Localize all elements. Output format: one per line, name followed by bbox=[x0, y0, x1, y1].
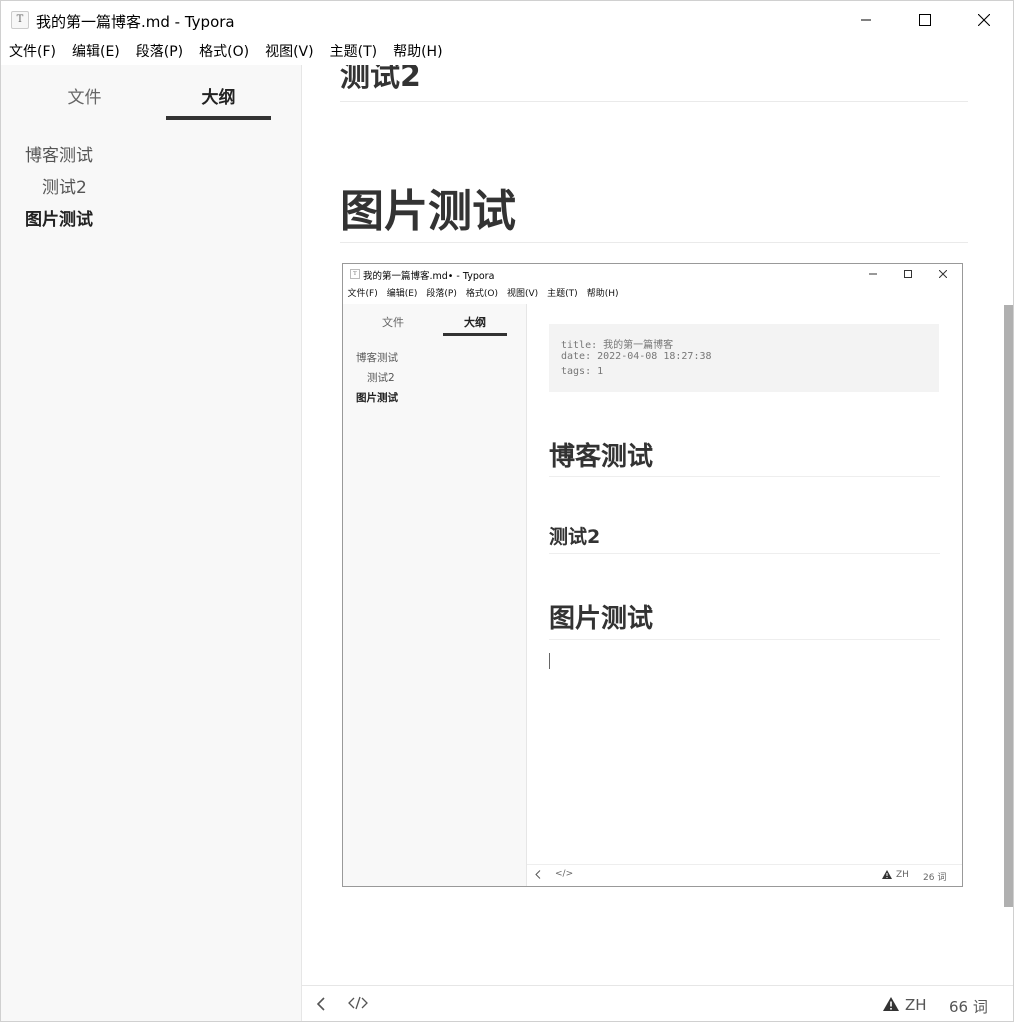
minimize-button[interactable] bbox=[837, 1, 895, 39]
spellcheck-language[interactable]: ZH bbox=[905, 996, 927, 1014]
embedded-outline-item: 博客测试 bbox=[356, 352, 398, 364]
embedded-sidebar: 文件 大纲 博客测试 测试2 图片测试 bbox=[343, 304, 527, 886]
embedded-code-icon: </> bbox=[555, 869, 574, 879]
embedded-menu-item: 编辑(E) bbox=[386, 289, 418, 299]
embedded-title-bar: T 我的第一篇博客.md• - Typora bbox=[343, 264, 962, 284]
embedded-menu-item: 帮助(H) bbox=[586, 289, 619, 299]
menu-paragraph[interactable]: 段落(P) bbox=[128, 39, 191, 65]
embedded-outline-item: 图片测试 bbox=[356, 392, 398, 404]
embedded-status-bar: </> ZH 26 词 bbox=[527, 864, 962, 886]
embedded-menu-item: 主题(T) bbox=[547, 289, 578, 299]
title-bar: T 我的第一篇博客.md - Typora bbox=[1, 1, 1013, 39]
embedded-tab-outline: 大纲 bbox=[464, 316, 486, 329]
front-matter-line: date: 2022-04-08 18:27:38 bbox=[561, 351, 712, 362]
heading-image-test: 图片测试 bbox=[340, 186, 516, 237]
menu-format[interactable]: 格式(O) bbox=[191, 39, 257, 65]
embedded-heading: 测试2 bbox=[549, 526, 601, 548]
source-code-toggle[interactable] bbox=[348, 995, 368, 1015]
embedded-heading: 图片测试 bbox=[549, 604, 654, 634]
menu-help[interactable]: 帮助(H) bbox=[385, 39, 450, 65]
embedded-screenshot-image: T 我的第一篇博客.md• - Typora 文件(F) 编辑(E) 段落(P)… bbox=[342, 263, 963, 887]
outline-item-blog-test[interactable]: 博客测试 bbox=[25, 141, 93, 166]
tab-files[interactable]: 文件 bbox=[32, 83, 137, 108]
embedded-menu-bar: 文件(F) 编辑(E) 段落(P) 格式(O) 视图(V) 主题(T) 帮助(H… bbox=[343, 286, 623, 302]
embedded-divider bbox=[549, 476, 940, 477]
minimize-icon bbox=[861, 19, 871, 21]
outline-item-image-test[interactable]: 图片测试 bbox=[25, 205, 93, 230]
close-button[interactable] bbox=[955, 1, 1013, 39]
menu-edit[interactable]: 编辑(E) bbox=[64, 39, 128, 65]
embedded-window-title: 我的第一篇博客.md• - Typora bbox=[363, 271, 495, 282]
typora-window: T 我的第一篇博客.md - Typora 文件(F) 编辑(E) 段落(P) … bbox=[0, 0, 1014, 1022]
menu-theme[interactable]: 主题(T) bbox=[322, 39, 385, 65]
scrollbar-thumb[interactable] bbox=[1004, 305, 1013, 907]
editor-area[interactable]: 测试2 图片测试 T 我的第一篇博客.md• - Typora 文件(F) 编辑… bbox=[302, 65, 1002, 985]
outline-item-test2[interactable]: 测试2 bbox=[42, 173, 87, 198]
embedded-warning-icon bbox=[882, 870, 892, 882]
maximize-icon bbox=[919, 14, 931, 26]
embedded-menu-item: 文件(F) bbox=[347, 289, 378, 299]
maximize-button[interactable] bbox=[896, 1, 954, 39]
heading-divider bbox=[340, 242, 968, 243]
embedded-tab-indicator bbox=[443, 333, 507, 336]
back-button[interactable] bbox=[316, 997, 326, 1015]
warning-icon[interactable] bbox=[883, 997, 899, 1015]
embedded-close-icon bbox=[926, 264, 960, 284]
tab-outline[interactable]: 大纲 bbox=[166, 83, 271, 108]
embedded-menu-item: 格式(O) bbox=[465, 289, 498, 299]
embedded-heading: 博客测试 bbox=[549, 442, 654, 472]
sidebar: 文件 大纲 博客测试 测试2 图片测试 bbox=[1, 65, 302, 1021]
embedded-maximize-icon bbox=[891, 264, 925, 284]
embedded-front-matter: title: 我的第一篇博客 date: 2022-04-08 18:27:38… bbox=[549, 324, 939, 392]
status-bar: ZH 66 词 bbox=[302, 985, 1013, 1021]
embedded-divider bbox=[549, 639, 940, 640]
menu-view[interactable]: 视图(V) bbox=[257, 39, 322, 65]
embedded-outline-item: 测试2 bbox=[367, 372, 395, 384]
menu-bar: 文件(F) 编辑(E) 段落(P) 格式(O) 视图(V) 主题(T) 帮助(H… bbox=[1, 39, 1013, 65]
chevron-left-icon bbox=[316, 997, 325, 1011]
embedded-menu-item: 视图(V) bbox=[506, 289, 539, 299]
front-matter-line: tags: 1 bbox=[561, 366, 604, 377]
embedded-tab-files: 文件 bbox=[382, 316, 404, 329]
embedded-app-icon: T bbox=[350, 269, 360, 279]
close-icon bbox=[978, 14, 990, 26]
heading-divider bbox=[340, 101, 968, 102]
heading-test2-partial: 测试2 bbox=[340, 65, 421, 94]
embedded-chevron-left-icon bbox=[535, 870, 541, 882]
embedded-divider bbox=[549, 553, 940, 554]
window-title: 我的第一篇博客.md - Typora bbox=[36, 13, 235, 31]
embedded-menu-item: 段落(P) bbox=[426, 289, 457, 299]
menu-file[interactable]: 文件(F) bbox=[1, 39, 64, 65]
embedded-lang: ZH bbox=[896, 870, 909, 880]
embedded-word-count: 26 词 bbox=[923, 873, 947, 883]
word-count[interactable]: 66 词 bbox=[949, 996, 988, 1017]
tab-active-indicator bbox=[166, 116, 271, 120]
embedded-minimize-icon bbox=[856, 264, 890, 284]
typora-app-icon: T bbox=[11, 11, 29, 29]
embedded-text-cursor bbox=[549, 653, 550, 669]
code-icon bbox=[348, 996, 368, 1010]
front-matter-line: title: 我的第一篇博客 bbox=[561, 340, 674, 351]
